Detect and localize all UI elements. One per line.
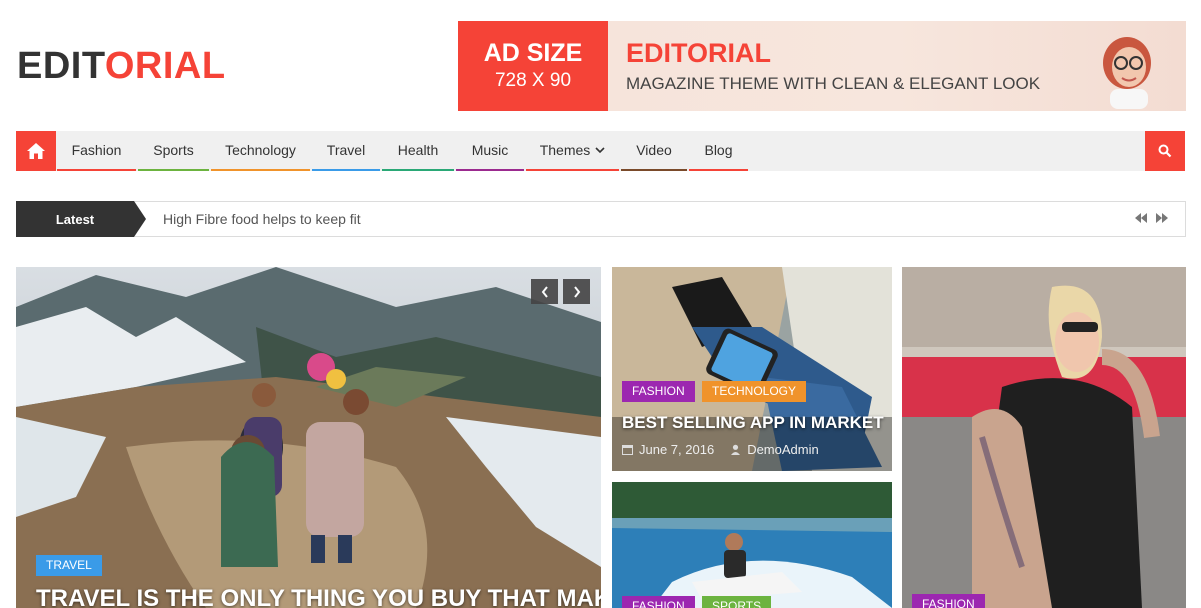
- category-tag-fashion[interactable]: FASHION: [912, 594, 985, 608]
- nav-item-fashion[interactable]: Fashion: [57, 131, 136, 171]
- nav-item-video[interactable]: Video: [621, 131, 687, 171]
- post-meta: June 7, 2016 DemoAdmin: [622, 442, 819, 457]
- main-nav: Fashion Sports Technology Travel Health …: [16, 131, 1185, 171]
- chevron-right-icon: [573, 285, 580, 298]
- nav-item-label: Video: [636, 142, 672, 158]
- search-button[interactable]: [1145, 131, 1185, 171]
- nav-item-music[interactable]: Music: [456, 131, 524, 171]
- nav-item-blog[interactable]: Blog: [689, 131, 748, 171]
- ad-tagline: MAGAZINE THEME WITH CLEAN & ELEGANT LOOK: [626, 74, 1041, 93]
- news-ticker: Latest High Fibre food helps to keep fit: [16, 201, 1186, 237]
- category-tag-fashion[interactable]: FASHION: [622, 381, 695, 402]
- nav-item-label: Travel: [326, 142, 366, 158]
- ad-model-photo: [1103, 37, 1151, 109]
- featured-title[interactable]: TRAVEL IS THE ONLY THING YOU BUY THAT MA…: [36, 585, 601, 608]
- calendar-icon: [622, 445, 633, 455]
- ticker-label-arrow: [134, 201, 146, 237]
- post-author[interactable]: DemoAdmin: [747, 442, 819, 457]
- nav-item-label: Health: [397, 142, 439, 158]
- ticker-headline[interactable]: High Fibre food helps to keep fit: [163, 202, 361, 236]
- nav-item-label: Blog: [704, 142, 733, 158]
- ad-size-dims: 728 X 90: [494, 70, 572, 91]
- post-date: June 7, 2016: [639, 442, 715, 457]
- nav-item-label: Music: [471, 142, 509, 158]
- nav-item-sports[interactable]: Sports: [138, 131, 209, 171]
- jetski-photo: [612, 482, 892, 608]
- home-button[interactable]: [16, 131, 56, 171]
- featured-slide-travel[interactable]: TRAVEL TRAVEL IS THE ONLY THING YOU BUY …: [16, 267, 601, 608]
- phone-photo: [612, 267, 892, 471]
- user-icon: [731, 444, 741, 455]
- category-tag-technology[interactable]: TECHNOLOGY: [702, 381, 807, 402]
- ad-size-title: AD SIZE: [483, 39, 583, 67]
- nav-item-travel[interactable]: Travel: [312, 131, 380, 171]
- chevron-left-icon: [541, 285, 548, 298]
- ticker-label: Latest: [16, 201, 134, 237]
- site-logo[interactable]: EDITORIAL: [17, 44, 226, 88]
- nav-item-health[interactable]: Health: [382, 131, 454, 171]
- nav-item-label: Sports: [153, 142, 194, 158]
- category-tag-travel[interactable]: TRAVEL: [36, 555, 102, 576]
- nav-item-label: Themes: [539, 142, 591, 158]
- travel-photo: [16, 267, 601, 608]
- logo-text-dark: EDIT: [17, 45, 105, 87]
- chevron-down-icon: [595, 147, 605, 154]
- nav-item-label: Technology: [225, 142, 296, 158]
- search-icon: [1158, 144, 1172, 158]
- category-tag-sports[interactable]: SPORTS: [702, 596, 772, 608]
- ad-copy: EDITORIAL MAGAZINE THEME WITH CLEAN & EL…: [608, 21, 1040, 111]
- nav-item-technology[interactable]: Technology: [211, 131, 310, 171]
- slider-next-button[interactable]: [563, 279, 590, 304]
- nav-item-themes[interactable]: Themes: [526, 131, 619, 171]
- logo-text-red: ORIAL: [104, 45, 226, 87]
- featured-post-sports[interactable]: FASHION SPORTS: [612, 482, 892, 608]
- nav-item-label: Fashion: [71, 142, 122, 158]
- featured-post-app[interactable]: FASHION TECHNOLOGY BEST SELLING APP IN M…: [612, 267, 892, 471]
- ad-size-box: AD SIZE 728 X 90: [458, 21, 608, 111]
- category-tag-fashion[interactable]: FASHION: [622, 596, 695, 608]
- slider-prev-button[interactable]: [531, 279, 558, 304]
- post-title[interactable]: BEST SELLING APP IN MARKET: [622, 413, 884, 433]
- home-icon: [27, 143, 45, 159]
- ticker-next-icon[interactable]: [1155, 212, 1169, 224]
- ad-brand: EDITORIAL: [626, 38, 772, 68]
- featured-post-fashion[interactable]: FASHION: [902, 267, 1186, 608]
- fashion-photo: [902, 267, 1186, 608]
- ticker-prev-icon[interactable]: [1134, 212, 1148, 224]
- ad-banner[interactable]: AD SIZE 728 X 90 EDITORIAL MAGAZINE THEM…: [458, 21, 1186, 111]
